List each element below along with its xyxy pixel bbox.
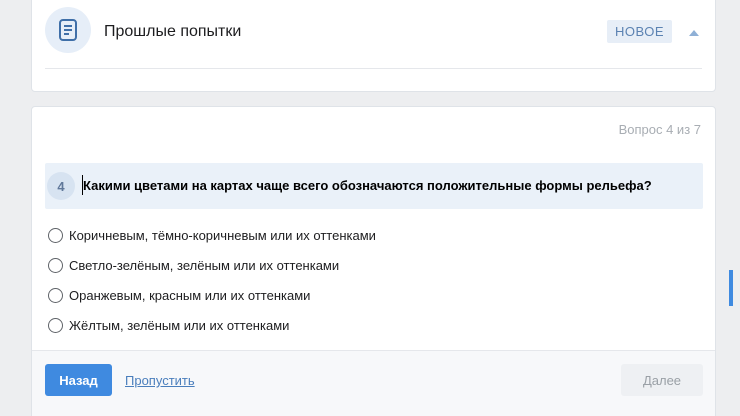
answer-option[interactable]: Светло-зелёным, зелёным или их оттенками [48,255,339,275]
radio-button[interactable] [48,227,63,243]
answer-option[interactable]: Оранжевым, красным или их оттенками [48,285,310,305]
divider [45,68,702,69]
document-list-icon [45,7,91,53]
past-attempts-title[interactable]: Прошлые попытки [104,23,241,41]
new-badge: НОВОЕ [607,20,673,43]
question-header: 4 Какими цветами на картах чаще всего об… [45,163,703,209]
past-attempts-card: Прошлые попытки НОВОЕ [31,0,716,92]
radio-button[interactable] [48,257,63,273]
answer-option-label: Жёлтым, зелёным или их оттенками [69,317,290,333]
answer-option-label: Оранжевым, красным или их оттенками [69,287,311,303]
answer-option-label: Коричневым, тёмно-коричневым или их отте… [69,227,376,243]
question-footer: Назад Пропустить Далее [32,351,715,416]
next-button[interactable]: Далее [621,364,703,396]
answer-option[interactable]: Жёлтым, зелёным или их оттенками [48,315,289,335]
scrollbar-indicator[interactable] [729,270,733,306]
skip-link[interactable]: Пропустить [125,373,195,388]
radio-button[interactable] [48,317,63,333]
question-text: Какими цветами на картах чаще всего обоз… [83,178,652,193]
radio-button[interactable] [48,287,63,303]
back-button[interactable]: Назад [45,364,112,396]
answer-option-label: Светло-зелёным, зелёным или их оттенками [69,257,340,273]
answer-option[interactable]: Коричневым, тёмно-коричневым или их отте… [48,225,376,245]
question-progress: Вопрос 4 из 7 [618,122,701,137]
question-number-badge: 4 [47,172,75,200]
question-card: Вопрос 4 из 7 4 Какими цветами на картах… [31,106,716,416]
chevron-up-icon[interactable] [687,28,701,38]
